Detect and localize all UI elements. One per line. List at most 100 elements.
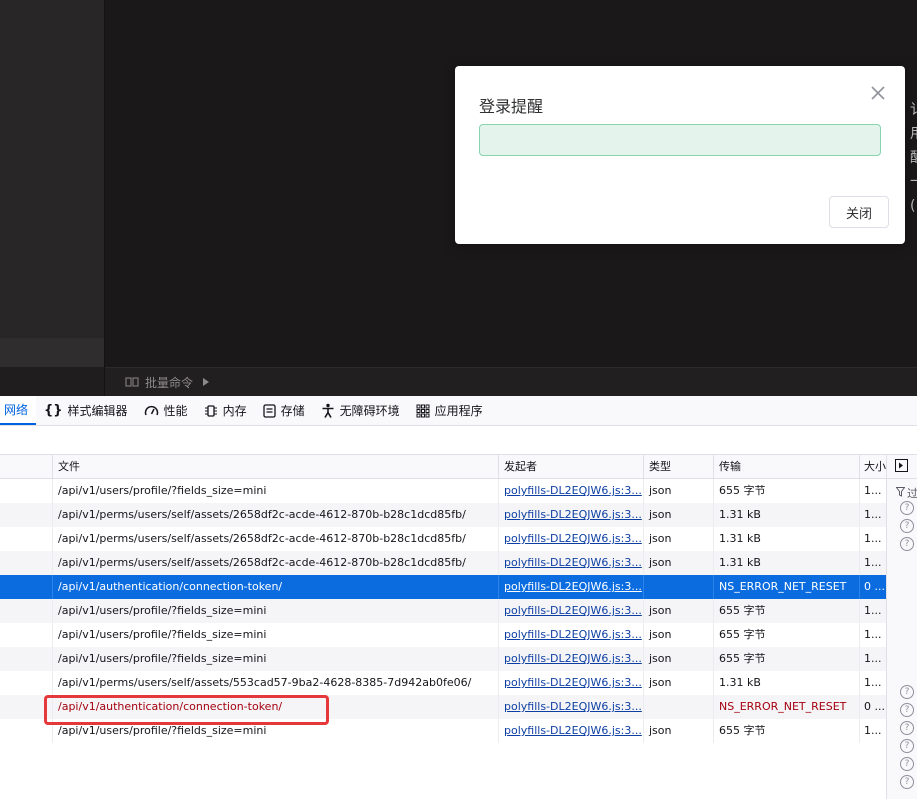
- table-row[interactable]: /api/v1/users/profile/?fields_size=mini …: [0, 623, 886, 647]
- row-size: 1...: [859, 527, 886, 551]
- row-initiator-link[interactable]: polyfills-DL2EQJW6.js:3...: [498, 527, 643, 551]
- column-header-initiator[interactable]: 发起者: [498, 455, 643, 479]
- sidebar-filter[interactable]: 过: [895, 485, 917, 501]
- tab-application[interactable]: 应用程序: [408, 396, 491, 425]
- caret-right-icon: [203, 378, 210, 386]
- column-header-transferred[interactable]: 传输: [713, 455, 859, 479]
- gauge-icon: [144, 404, 159, 417]
- table-row[interactable]: /api/v1/users/profile/?fields_size=mini …: [0, 479, 886, 503]
- column-header-size[interactable]: 大小: [859, 455, 886, 479]
- row-initiator-link[interactable]: polyfills-DL2EQJW6.js:3...: [498, 623, 643, 647]
- row-initiator-link[interactable]: polyfills-DL2EQJW6.js:3...: [498, 671, 643, 695]
- row-transferred: 655 字节: [713, 479, 859, 503]
- sidebar-toggle[interactable]: [887, 455, 917, 479]
- help-icon[interactable]: ?: [900, 519, 914, 533]
- braces-icon: {}: [44, 403, 63, 418]
- table-row-selected[interactable]: /api/v1/authentication/connection-token/…: [0, 575, 886, 599]
- row-type: json: [643, 623, 713, 647]
- row-file: /api/v1/perms/users/self/assets/553cad57…: [52, 671, 498, 695]
- row-type: json: [643, 671, 713, 695]
- batch-command-bar[interactable]: 批量命令: [105, 367, 917, 396]
- row-file: /api/v1/authentication/connection-token/: [52, 695, 498, 719]
- column-header-status[interactable]: [0, 455, 52, 479]
- row-size: 1...: [859, 647, 886, 671]
- help-icon[interactable]: ?: [900, 501, 914, 515]
- row-transferred: NS_ERROR_NET_RESET: [713, 695, 859, 719]
- row-type: [643, 695, 713, 719]
- tab-performance[interactable]: 性能: [136, 396, 196, 425]
- filter-label: 过: [907, 487, 917, 500]
- memory-tab-label: 内存: [222, 404, 247, 418]
- request-details-sidebar: 过 ? ? ? ? ? ? ? ? ?: [886, 455, 917, 799]
- row-initiator-link[interactable]: polyfills-DL2EQJW6.js:3...: [498, 719, 643, 743]
- help-icon[interactable]: ?: [900, 537, 914, 551]
- row-type: json: [643, 719, 713, 743]
- row-initiator-link[interactable]: polyfills-DL2EQJW6.js:3...: [498, 599, 643, 623]
- row-initiator-link[interactable]: polyfills-DL2EQJW6.js:3...: [498, 575, 643, 599]
- row-size: 1...: [859, 599, 886, 623]
- login-reminder-dialog: 登录提醒 关闭: [455, 66, 905, 244]
- tab-memory[interactable]: 内存: [196, 396, 255, 425]
- help-icon[interactable]: ?: [900, 703, 914, 717]
- row-transferred: 655 字节: [713, 623, 859, 647]
- close-icon[interactable]: [869, 84, 887, 102]
- table-row[interactable]: /api/v1/perms/users/self/assets/2658df2c…: [0, 527, 886, 551]
- row-file: /api/v1/users/profile/?fields_size=mini: [52, 623, 498, 647]
- request-rows: /api/v1/users/profile/?fields_size=mini …: [0, 479, 886, 743]
- row-size: 0 ...: [859, 695, 886, 719]
- panel-divider[interactable]: [104, 0, 105, 396]
- table-row[interactable]: /api/v1/perms/users/self/assets/2658df2c…: [0, 551, 886, 575]
- table-row[interactable]: /api/v1/users/profile/?fields_size=mini …: [0, 647, 886, 671]
- row-initiator-link[interactable]: polyfills-DL2EQJW6.js:3...: [498, 695, 643, 719]
- help-icon[interactable]: ?: [900, 685, 914, 699]
- row-size: 1...: [859, 551, 886, 575]
- panel-toggle-icon: [895, 457, 908, 476]
- tab-storage[interactable]: 存储: [255, 396, 313, 425]
- row-status-cell: [0, 479, 52, 503]
- row-status-cell: [0, 503, 52, 527]
- tab-style-editor[interactable]: {} 样式编辑器: [36, 396, 136, 425]
- left-panel-footer: [0, 367, 104, 396]
- clipped-side-text: 讠 用 醒 一 (: [910, 102, 917, 214]
- row-file: /api/v1/perms/users/self/assets/2658df2c…: [52, 527, 498, 551]
- row-transferred: 1.31 kB: [713, 527, 859, 551]
- row-initiator-link[interactable]: polyfills-DL2EQJW6.js:3...: [498, 551, 643, 575]
- row-transferred: 655 字节: [713, 647, 859, 671]
- storage-icon: [262, 403, 276, 418]
- help-icon[interactable]: ?: [900, 757, 914, 771]
- row-file: /api/v1/authentication/connection-token/: [52, 575, 498, 599]
- table-row[interactable]: /api/v1/perms/users/self/assets/553cad57…: [0, 671, 886, 695]
- help-icon[interactable]: ?: [900, 721, 914, 735]
- row-initiator-link[interactable]: polyfills-DL2EQJW6.js:3...: [498, 647, 643, 671]
- row-size: 1...: [859, 479, 886, 503]
- tab-network[interactable]: 网络: [0, 396, 37, 425]
- help-icon[interactable]: ?: [900, 739, 914, 753]
- application-tab-label: 应用程序: [434, 404, 483, 418]
- row-file: /api/v1/users/profile/?fields_size=mini: [52, 599, 498, 623]
- accessibility-icon: [321, 403, 335, 418]
- row-initiator-link[interactable]: polyfills-DL2EQJW6.js:3...: [498, 479, 643, 503]
- book-icon: [125, 376, 139, 388]
- row-transferred: 655 字节: [713, 719, 859, 743]
- row-status-cell: [0, 623, 52, 647]
- table-row-error[interactable]: /api/v1/authentication/connection-token/…: [0, 695, 886, 719]
- network-filter-bar[interactable]: [0, 426, 917, 455]
- row-size: 1...: [859, 503, 886, 527]
- row-transferred: 655 字节: [713, 599, 859, 623]
- row-type: json: [643, 599, 713, 623]
- network-tab-label: 网络: [4, 403, 29, 417]
- row-status-cell: [0, 551, 52, 575]
- table-row[interactable]: /api/v1/perms/users/self/assets/2658df2c…: [0, 503, 886, 527]
- memory-chip-icon: [204, 404, 218, 418]
- row-initiator-link[interactable]: polyfills-DL2EQJW6.js:3...: [498, 503, 643, 527]
- asset-tree-panel: [0, 0, 104, 338]
- table-row[interactable]: /api/v1/users/profile/?fields_size=mini …: [0, 719, 886, 743]
- table-row[interactable]: /api/v1/users/profile/?fields_size=mini …: [0, 599, 886, 623]
- dialog-title: 登录提醒: [479, 97, 544, 116]
- column-header-type[interactable]: 类型: [643, 455, 713, 479]
- performance-tab-label: 性能: [163, 404, 188, 418]
- tab-accessibility[interactable]: 无障碍环境: [313, 396, 408, 425]
- help-icon[interactable]: ?: [900, 775, 914, 789]
- column-header-file[interactable]: 文件: [52, 455, 498, 479]
- close-button[interactable]: 关闭: [829, 196, 889, 228]
